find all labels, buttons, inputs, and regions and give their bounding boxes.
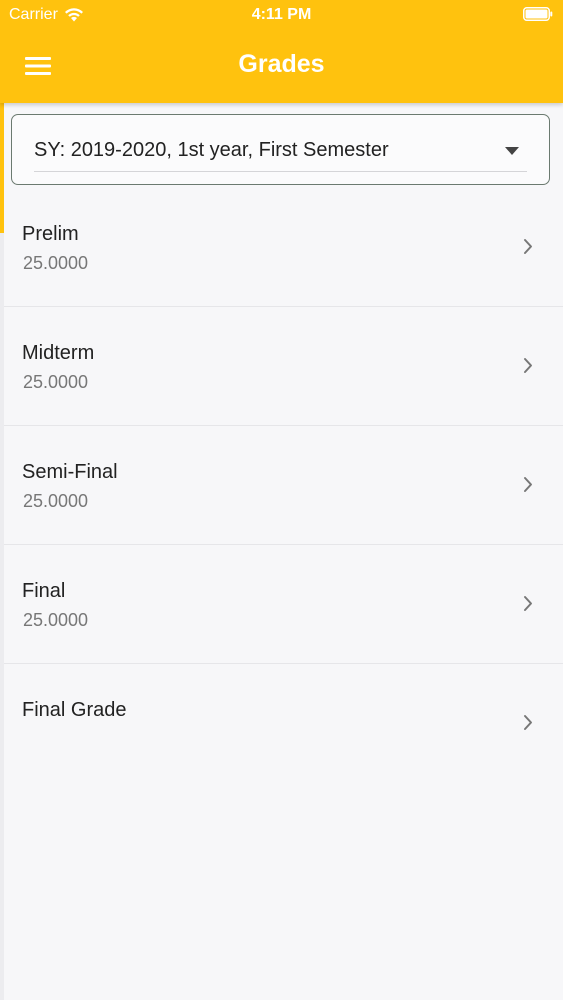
chevron-right-icon — [524, 715, 532, 730]
grades-list: Prelim 25.0000 Midterm 25.0000 Semi-Fina… — [4, 188, 563, 783]
grade-item-prelim[interactable]: Prelim 25.0000 — [4, 188, 563, 307]
battery-icon — [523, 7, 553, 21]
grade-item-semi-final[interactable]: Semi-Final 25.0000 — [4, 426, 563, 545]
chevron-right-icon — [524, 477, 532, 492]
app-header: Carrier 4:11 PM Grades — [0, 0, 563, 103]
chevron-right-icon — [524, 596, 532, 611]
dropdown-arrow-icon — [505, 147, 519, 155]
grade-item-label: Final — [22, 580, 66, 602]
page-title: Grades — [238, 50, 325, 78]
grade-item-midterm[interactable]: Midterm 25.0000 — [4, 307, 563, 426]
drawer-accent — [0, 103, 4, 233]
chevron-right-icon — [524, 358, 532, 373]
grade-item-value: 25.0000 — [23, 610, 89, 630]
select-underline — [34, 171, 527, 172]
grade-item-value: 25.0000 — [23, 253, 89, 273]
status-bar: Carrier 4:11 PM — [0, 0, 563, 30]
grade-item-label: Semi-Final — [22, 461, 118, 483]
grade-item-label: Midterm — [22, 342, 95, 364]
grade-item-final[interactable]: Final 25.0000 — [4, 545, 563, 664]
semester-select-value: SY: 2019-2020, 1st year, First Semester — [34, 139, 389, 161]
grade-item-label: Final Grade — [22, 699, 127, 721]
chevron-right-icon — [524, 239, 532, 254]
semester-select[interactable]: SY: 2019-2020, 1st year, First Semester — [11, 114, 550, 185]
grade-item-value: 25.0000 — [23, 372, 89, 392]
grade-item-final-grade[interactable]: Final Grade — [4, 664, 563, 783]
status-time: 4:11 PM — [251, 6, 312, 23]
grade-item-label: Prelim — [22, 223, 79, 245]
grade-item-value: 25.0000 — [23, 491, 89, 511]
